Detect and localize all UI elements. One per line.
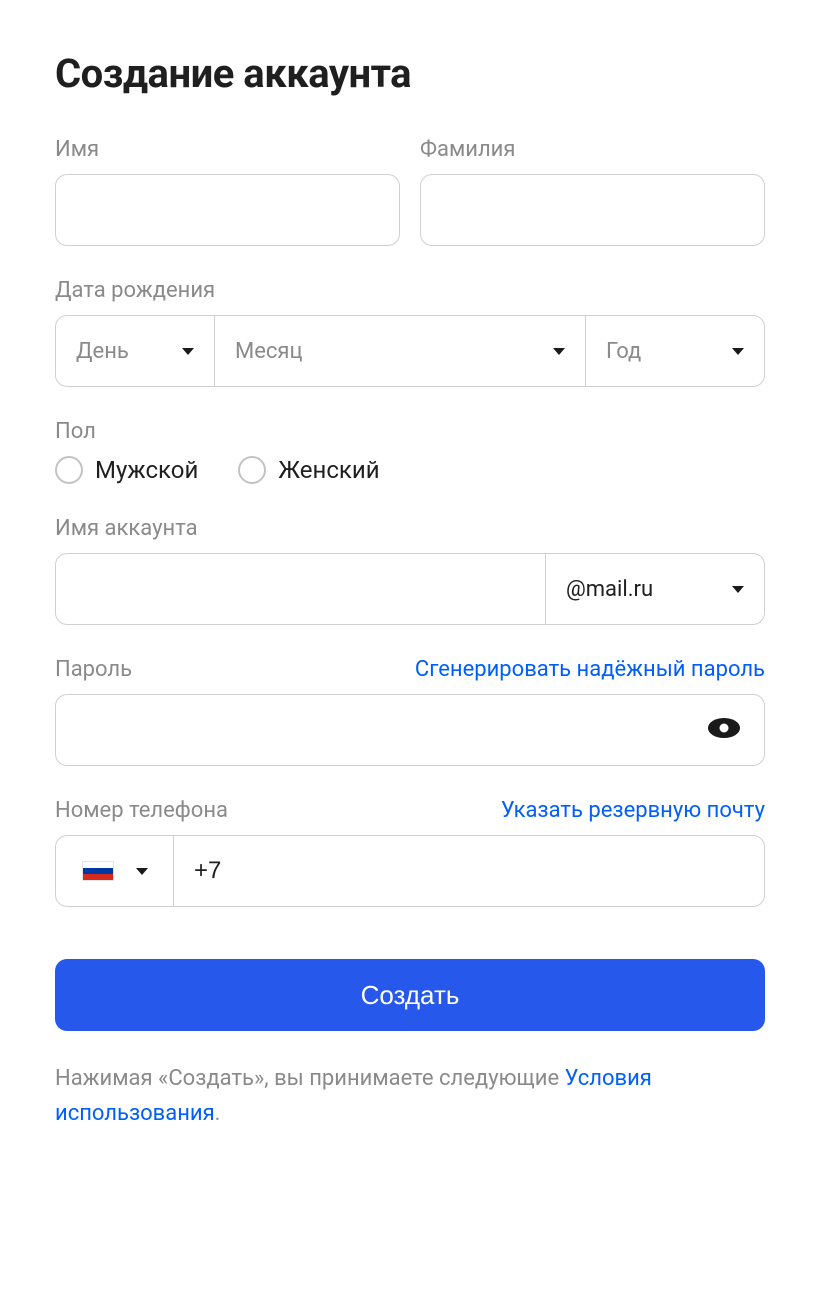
password-input[interactable] bbox=[55, 694, 765, 766]
account-name-input[interactable] bbox=[55, 553, 545, 625]
password-label: Пароль bbox=[55, 657, 132, 682]
page-title: Создание аккаунта bbox=[55, 50, 765, 97]
chevron-down-icon bbox=[732, 586, 744, 593]
terms-text: Нажимая «Создать», вы принимаете следующ… bbox=[55, 1061, 765, 1131]
phone-input[interactable] bbox=[173, 835, 765, 907]
backup-email-link[interactable]: Указать резервную почту bbox=[501, 798, 765, 823]
birthdate-year-select[interactable]: Год bbox=[585, 315, 765, 387]
radio-icon bbox=[238, 456, 266, 484]
terms-suffix: . bbox=[215, 1101, 221, 1126]
account-domain-value: @mail.ru bbox=[566, 577, 653, 602]
first-name-label: Имя bbox=[55, 137, 400, 162]
gender-female-label: Женский bbox=[278, 456, 379, 484]
birthdate-day-select[interactable]: День bbox=[55, 315, 215, 387]
first-name-input[interactable] bbox=[55, 174, 400, 246]
generate-password-link[interactable]: Сгенерировать надёжный пароль bbox=[415, 657, 765, 682]
chevron-down-icon bbox=[182, 348, 194, 355]
last-name-input[interactable] bbox=[420, 174, 765, 246]
radio-icon bbox=[55, 456, 83, 484]
last-name-label: Фамилия bbox=[420, 137, 765, 162]
birthdate-day-placeholder: День bbox=[76, 339, 129, 364]
chevron-down-icon bbox=[136, 868, 148, 875]
gender-male-label: Мужской bbox=[95, 456, 198, 484]
gender-male-radio[interactable]: Мужской bbox=[55, 456, 198, 484]
chevron-down-icon bbox=[732, 348, 744, 355]
birthdate-label: Дата рождения bbox=[55, 278, 765, 303]
chevron-down-icon bbox=[553, 348, 565, 355]
eye-icon[interactable] bbox=[707, 717, 741, 743]
account-domain-select[interactable]: @mail.ru bbox=[545, 553, 765, 625]
phone-label: Номер телефона bbox=[55, 798, 228, 823]
phone-country-select[interactable] bbox=[55, 835, 173, 907]
flag-icon bbox=[82, 861, 114, 881]
birthdate-month-placeholder: Месяц bbox=[235, 339, 303, 364]
account-name-label: Имя аккаунта bbox=[55, 516, 765, 541]
create-button[interactable]: Создать bbox=[55, 959, 765, 1031]
birthdate-month-select[interactable]: Месяц bbox=[215, 315, 585, 387]
gender-label: Пол bbox=[55, 419, 765, 444]
terms-prefix: Нажимая «Создать», вы принимаете следующ… bbox=[55, 1066, 565, 1091]
gender-female-radio[interactable]: Женский bbox=[238, 456, 379, 484]
birthdate-year-placeholder: Год bbox=[606, 339, 641, 364]
